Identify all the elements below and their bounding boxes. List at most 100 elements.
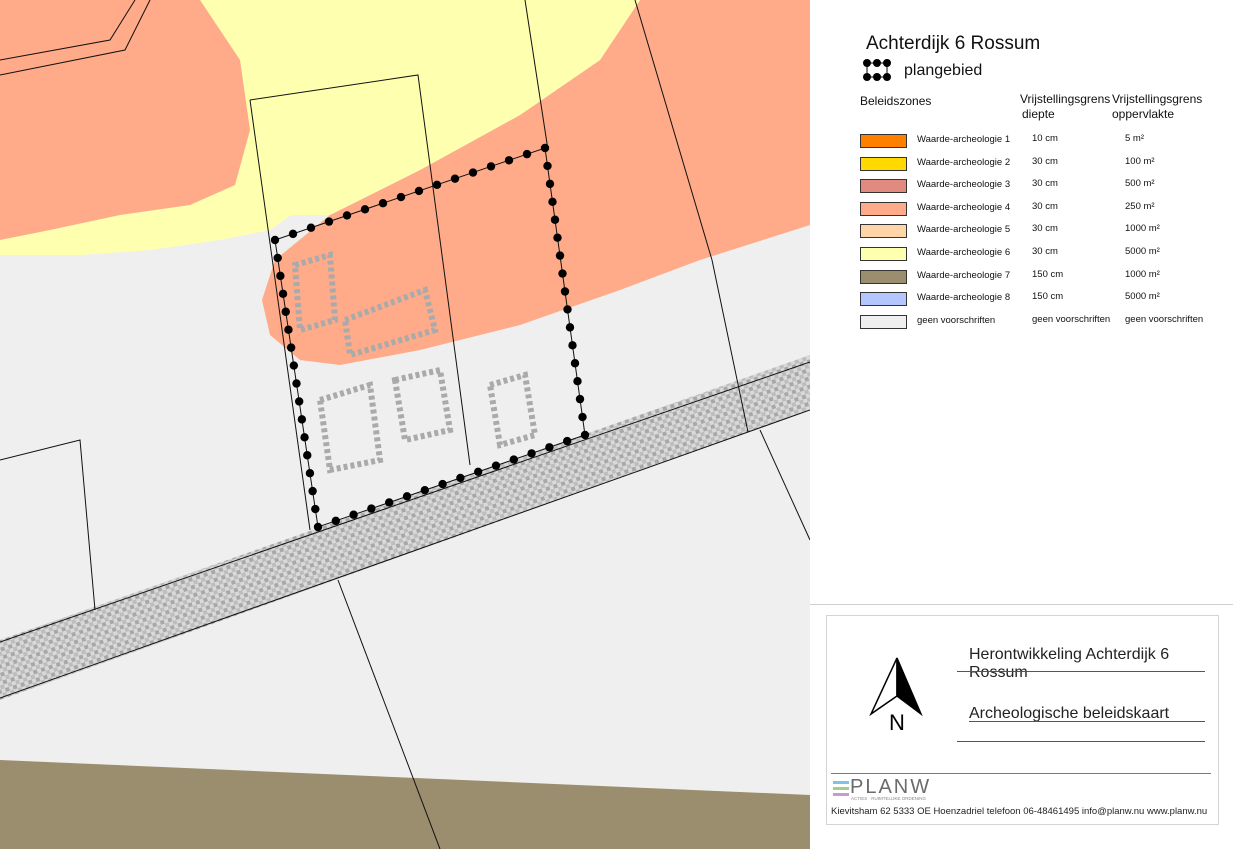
legend-item-label: Waarde-archeologie 2 bbox=[917, 156, 1011, 168]
legend-item-area: geen voorschriften bbox=[1125, 313, 1204, 325]
plangebied-dot bbox=[420, 486, 429, 495]
plangebied-dot bbox=[543, 161, 552, 171]
plangebied-dot bbox=[288, 229, 298, 239]
column-depth-line1: Vrijstellingsgrens bbox=[1020, 92, 1111, 106]
plangebied-dot bbox=[545, 443, 554, 452]
plangebied-dot bbox=[308, 486, 317, 496]
legend-swatch bbox=[860, 247, 907, 261]
plangebied-dot bbox=[504, 156, 514, 165]
plangebied-dot bbox=[294, 397, 304, 406]
divider-line bbox=[969, 721, 1205, 722]
legend-item-depth: 150 cm bbox=[1032, 291, 1064, 303]
plangebied-dot bbox=[578, 412, 587, 422]
planw-logo: PLANW ACTIES · RUIMTELIJKE ORDENING bbox=[833, 776, 943, 802]
legend-item-label: Waarde-archeologie 6 bbox=[917, 247, 1011, 258]
legend-swatch bbox=[860, 269, 907, 284]
legend-item-depth: 30 cm bbox=[1032, 223, 1058, 235]
legend-item-depth: 30 cm bbox=[1032, 178, 1058, 190]
purple-divider bbox=[831, 773, 1211, 774]
column-area-header: Vrijstellingsgrens oppervlakte bbox=[1112, 92, 1202, 122]
column-depth-line2: diepte bbox=[1022, 107, 1055, 121]
plangebied-dot bbox=[522, 149, 532, 159]
plangebied-dot bbox=[553, 233, 562, 242]
legend-item: Waarde-archeologie 4 30 cm 250 m² bbox=[860, 201, 1220, 217]
plangebied-dot bbox=[568, 341, 577, 350]
legend-item-area: 100 m² bbox=[1125, 155, 1155, 167]
plangebied-dot bbox=[555, 251, 565, 260]
legend-item-area: 250 m² bbox=[1125, 200, 1155, 212]
legend-swatch bbox=[860, 314, 907, 329]
plangebied-dot bbox=[276, 271, 285, 281]
plangebied-dot bbox=[563, 436, 572, 446]
legend-item: Waarde-archeologie 3 30 cm 500 m² bbox=[860, 178, 1220, 194]
plangebied-dot bbox=[367, 504, 376, 513]
column-area-line1: Vrijstellingsgrens bbox=[1112, 92, 1203, 106]
plangebied-dot bbox=[313, 522, 323, 532]
plangebied-dot bbox=[540, 143, 550, 153]
plangebied-dot bbox=[558, 269, 567, 278]
plangebied-dot bbox=[284, 325, 293, 334]
divider-line bbox=[957, 671, 1205, 672]
legend-item: Waarde-archeologie 6 30 cm 5000 m² bbox=[860, 246, 1220, 262]
plangebied-dot bbox=[432, 180, 442, 189]
legend-swatch bbox=[860, 156, 907, 171]
title-block-frame: N Herontwikkeling Achterdijk 6 Rossum Ar… bbox=[826, 615, 1219, 825]
plangebied-dot bbox=[573, 376, 582, 386]
plangebied-dot bbox=[545, 179, 555, 189]
plangebied-dot bbox=[450, 174, 460, 183]
divider-line bbox=[957, 741, 1205, 742]
planw-logo-icon bbox=[833, 781, 849, 796]
plangebied-dot bbox=[438, 479, 447, 489]
plangebied-dot bbox=[456, 473, 465, 483]
plangebied-dot bbox=[509, 455, 518, 464]
plangebied-dot bbox=[468, 168, 478, 177]
legend-item-depth: geen voorschriften bbox=[1032, 313, 1111, 325]
map-canvas[interactable] bbox=[0, 0, 811, 850]
legend-item-label: Waarde-archeologie 8 bbox=[917, 292, 1011, 304]
plangebied-dot bbox=[580, 430, 590, 440]
map-svg bbox=[0, 0, 811, 850]
legend-item-depth: 150 cm bbox=[1032, 268, 1064, 280]
plangebied-dot bbox=[548, 197, 557, 207]
plangebied-dot bbox=[378, 199, 388, 208]
plangebied-dot bbox=[491, 461, 501, 470]
plangebied-dot bbox=[324, 217, 334, 226]
legend-swatch bbox=[860, 292, 907, 307]
plangebied-dot bbox=[402, 492, 412, 501]
column-zones-header: Beleidszones bbox=[860, 94, 932, 108]
column-area-line2: oppervlakte bbox=[1112, 107, 1175, 121]
legend-swatch bbox=[860, 179, 907, 194]
legend-item-depth: 10 cm bbox=[1032, 133, 1058, 144]
plangebied-dot bbox=[303, 451, 312, 460]
plangebied-dot bbox=[575, 394, 585, 404]
legend-item: Waarde-archeologie 8 150 cm 5000 m² bbox=[860, 291, 1220, 307]
north-arrow-icon: N bbox=[869, 657, 923, 732]
legend-swatch bbox=[860, 224, 907, 239]
plangebied-symbol-icon bbox=[863, 59, 891, 81]
plangebied-dot bbox=[385, 498, 394, 507]
legend-item-depth: 30 cm bbox=[1032, 200, 1058, 212]
legend-swatch bbox=[860, 201, 907, 216]
plangebied-dot bbox=[360, 205, 370, 214]
legend-item-label: Waarde-archeologie 4 bbox=[917, 201, 1011, 213]
legend-item-label: Waarde-archeologie 3 bbox=[917, 179, 1011, 191]
legend-item: geen voorschriften geen voorschriften geen… bbox=[860, 314, 1220, 330]
plangebied-dot bbox=[331, 516, 340, 526]
legend-item-area: 5 m² bbox=[1125, 133, 1144, 144]
plangebied-dot bbox=[486, 162, 496, 171]
plangebied-dot bbox=[311, 504, 320, 514]
legend-item-label: Waarde-archeologie 5 bbox=[917, 224, 1011, 236]
column-depth-header: Vrijstellingsgrens diepte bbox=[1020, 92, 1110, 122]
plangebied-dot bbox=[289, 361, 299, 370]
plangebied-dot bbox=[474, 467, 483, 476]
legend-swatch bbox=[860, 134, 907, 148]
plangebied-dot bbox=[300, 433, 309, 442]
legend-panel: Achterdijk 6 Rossum plangebied Beleidszo… bbox=[810, 0, 1233, 600]
plangebied-dot bbox=[297, 415, 307, 424]
project-title: Herontwikkeling Achterdijk 6 Rossum bbox=[969, 646, 1170, 681]
plangebied-dot bbox=[414, 186, 424, 196]
plangebied-dot bbox=[305, 468, 315, 478]
plangebied-dot bbox=[273, 253, 282, 263]
plangebied-dot bbox=[565, 323, 575, 332]
legend-item-area: 5000 m² bbox=[1125, 246, 1160, 257]
